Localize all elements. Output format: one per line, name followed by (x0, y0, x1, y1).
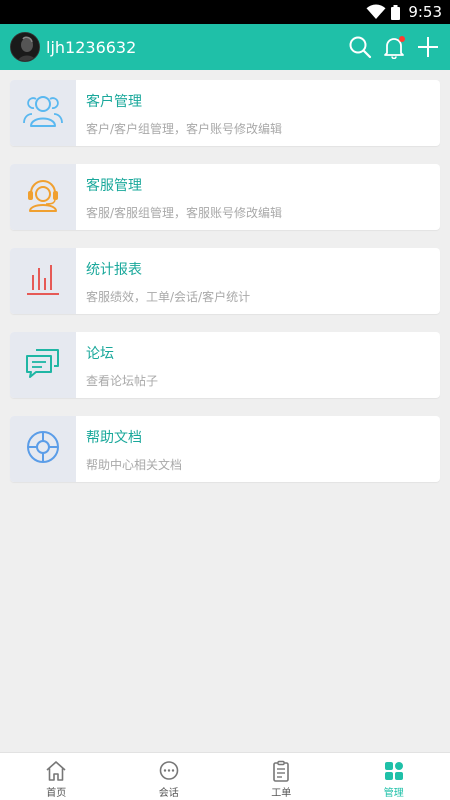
menu-item-agent-management[interactable]: 客服管理 客服/客服组管理，客服账号修改编辑 (10, 164, 440, 230)
avatar[interactable] (10, 32, 40, 62)
tab-management[interactable]: 管理 (338, 753, 450, 800)
menu-item-title: 统计报表 (86, 262, 142, 278)
bar-chart-icon (25, 262, 61, 300)
menu-item-statistics[interactable]: 统计报表 客服绩效，工单/会话/客户统计 (10, 248, 440, 314)
search-icon[interactable] (348, 35, 372, 59)
username[interactable]: ljh1236632 (46, 38, 136, 57)
menu-item-description: 客户/客户组管理，客户账号修改编辑 (86, 122, 283, 136)
tab-label: 首页 (46, 788, 67, 799)
menu-item-title: 客户管理 (86, 94, 142, 110)
menu-item-description: 帮助中心相关文档 (86, 458, 183, 472)
status-bar: 9:53 (0, 0, 450, 24)
chat-bubbles-icon (24, 346, 62, 384)
menu-item-description: 客服/客服组管理，客服账号修改编辑 (86, 206, 283, 220)
status-time: 9:53 (408, 3, 442, 21)
tab-label: 管理 (383, 788, 404, 799)
tab-home[interactable]: 首页 (0, 753, 113, 800)
battery-icon (391, 4, 401, 20)
menu-item-customer-management[interactable]: 客户管理 客户/客户组管理，客户账号修改编辑 (10, 80, 440, 146)
bell-icon[interactable] (382, 35, 406, 59)
menu-item-title: 客服管理 (86, 178, 142, 194)
headset-agent-icon (24, 177, 62, 217)
users-icon (22, 94, 64, 132)
clipboard-icon (270, 760, 292, 782)
tab-label: 会话 (158, 788, 179, 799)
menu-item-description: 查看论坛帖子 (86, 374, 159, 388)
menu-item-forum[interactable]: 论坛 查看论坛帖子 (10, 332, 440, 398)
app-header: ljh1236632 (0, 24, 450, 70)
notification-badge (399, 36, 405, 42)
menu-item-title: 论坛 (86, 346, 114, 362)
bottom-tab-bar: 首页 会话 工单 管理 (0, 752, 450, 800)
menu-item-help-docs[interactable]: 帮助文档 帮助中心相关文档 (10, 416, 440, 482)
tab-chat[interactable]: 会话 (113, 753, 226, 800)
plus-icon[interactable] (416, 35, 440, 59)
tab-label: 工单 (271, 788, 292, 799)
chat-icon (158, 760, 180, 782)
home-icon (45, 760, 67, 782)
menu-item-description: 客服绩效，工单/会话/客户统计 (86, 290, 251, 304)
menu-item-title: 帮助文档 (86, 430, 142, 446)
wifi-icon (366, 4, 386, 20)
tab-tickets[interactable]: 工单 (225, 753, 338, 800)
lifebuoy-icon (25, 429, 61, 469)
management-menu: 客户管理 客户/客户组管理，客户账号修改编辑 客服管理 客服/客服组管理，客服账… (10, 80, 440, 500)
grid-icon (383, 760, 405, 782)
